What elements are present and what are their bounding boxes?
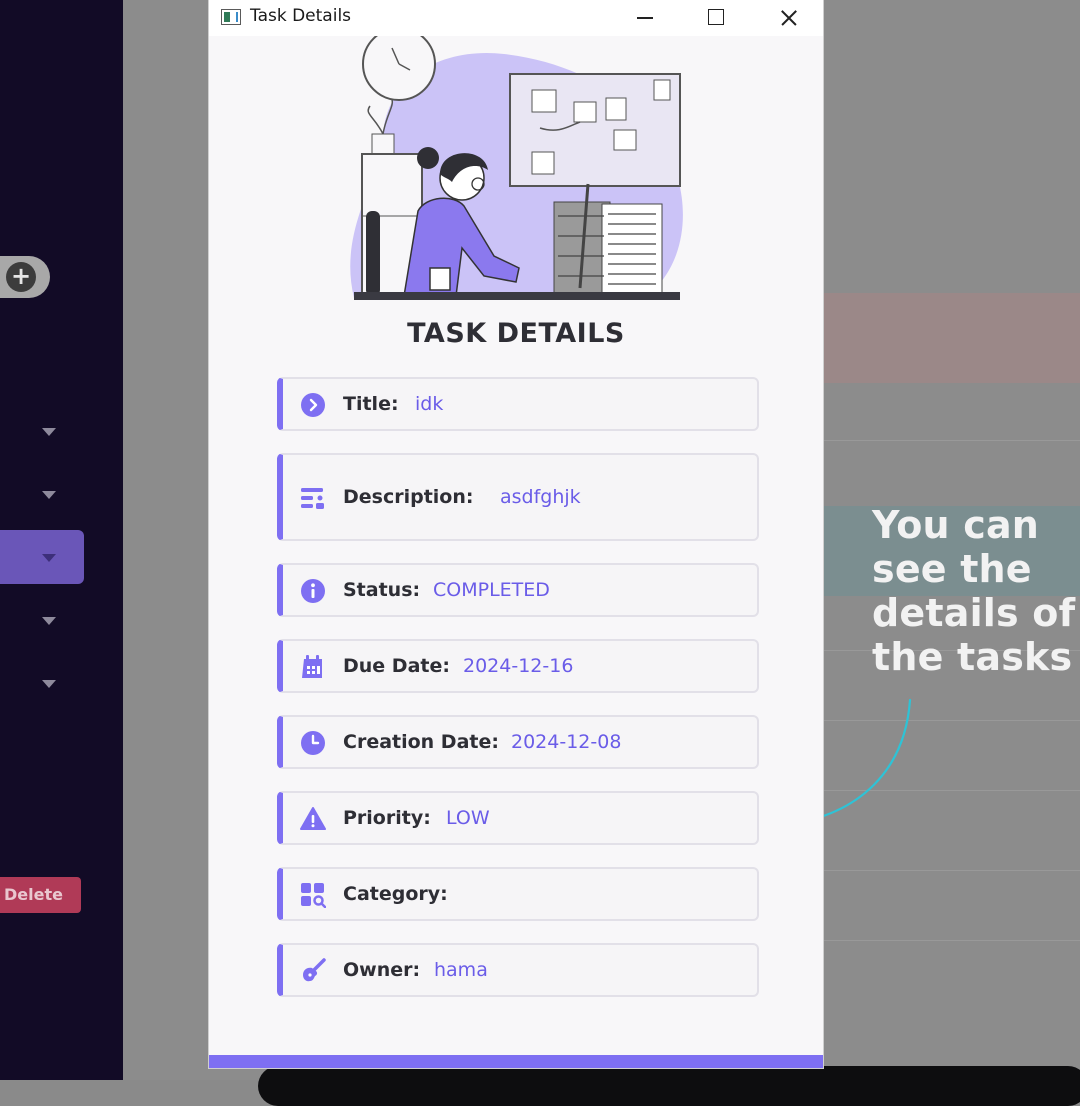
field-title: Title: idk — [277, 377, 759, 431]
field-creation-date: Creation Date: 2024-12-08 — [277, 715, 759, 769]
field-priority: Priority: LOW — [277, 791, 759, 845]
field-category-label: Category: — [343, 883, 448, 905]
category-grid-icon — [301, 883, 326, 908]
window-titlebar[interactable]: Task Details — [209, 0, 823, 36]
sidebar-chevron-down-icon[interactable] — [42, 428, 56, 436]
background-row-divider — [823, 870, 1080, 871]
field-title-label: Title: — [343, 393, 399, 415]
description-list-icon — [301, 488, 324, 509]
sidebar-chevron-down-icon[interactable] — [42, 680, 56, 688]
page-title: TASK DETAILS — [407, 318, 625, 349]
field-description-label: Description: — [343, 486, 474, 508]
field-title-value: idk — [415, 393, 444, 415]
minimize-button[interactable] — [621, 0, 667, 36]
chevron-right-circle-icon — [301, 393, 325, 417]
guitar-icon — [303, 958, 326, 982]
sidebar-chevron-down-icon[interactable] — [42, 491, 56, 499]
info-icon — [301, 579, 325, 603]
field-owner-value: hama — [434, 959, 488, 981]
sidebar-chevron-down-icon[interactable] — [42, 617, 56, 625]
task-details-window: Task Details TASK DETAILS Title: idk Des… — [209, 0, 823, 1068]
field-status-value: COMPLETED — [433, 579, 550, 601]
field-creation-date-label: Creation Date: — [343, 731, 499, 753]
field-category: Category: — [277, 867, 759, 921]
field-priority-value: LOW — [446, 807, 490, 829]
close-button[interactable] — [765, 0, 811, 36]
background-row-divider — [823, 440, 1080, 441]
add-icon[interactable]: + — [6, 262, 36, 292]
window-bottom-accent-bar — [209, 1055, 823, 1068]
field-description: Description: asdfghjk — [277, 453, 759, 541]
field-owner-label: Owner: — [343, 959, 421, 981]
field-due-date: Due Date: 2024-12-16 — [277, 639, 759, 693]
background-row-divider — [823, 940, 1080, 941]
sidebar-chevron-down-icon[interactable] — [42, 554, 56, 562]
field-description-value: asdfghjk — [500, 486, 581, 508]
background-sidebar: + Delete — [0, 0, 123, 1080]
field-owner: Owner: hama — [277, 943, 759, 997]
calendar-icon — [302, 655, 322, 678]
field-status-label: Status: — [343, 579, 421, 601]
annotation-caption: You can see the details of the tasks — [872, 503, 1076, 679]
window-title: Task Details — [250, 6, 352, 26]
field-priority-label: Priority: — [343, 807, 431, 829]
field-creation-date-value: 2024-12-08 — [511, 731, 622, 753]
maximize-button[interactable] — [692, 0, 738, 36]
field-due-date-label: Due Date: — [343, 655, 450, 677]
warning-icon — [300, 807, 326, 830]
background-task-row-highlight — [823, 293, 1080, 383]
field-status: Status: COMPLETED — [277, 563, 759, 617]
app-icon — [221, 9, 241, 25]
person-working-illustration — [350, 36, 683, 300]
field-due-date-value: 2024-12-16 — [463, 655, 574, 677]
clock-icon — [301, 731, 325, 755]
delete-button[interactable]: Delete — [0, 877, 81, 913]
background-bottom-bar — [258, 1066, 1080, 1106]
